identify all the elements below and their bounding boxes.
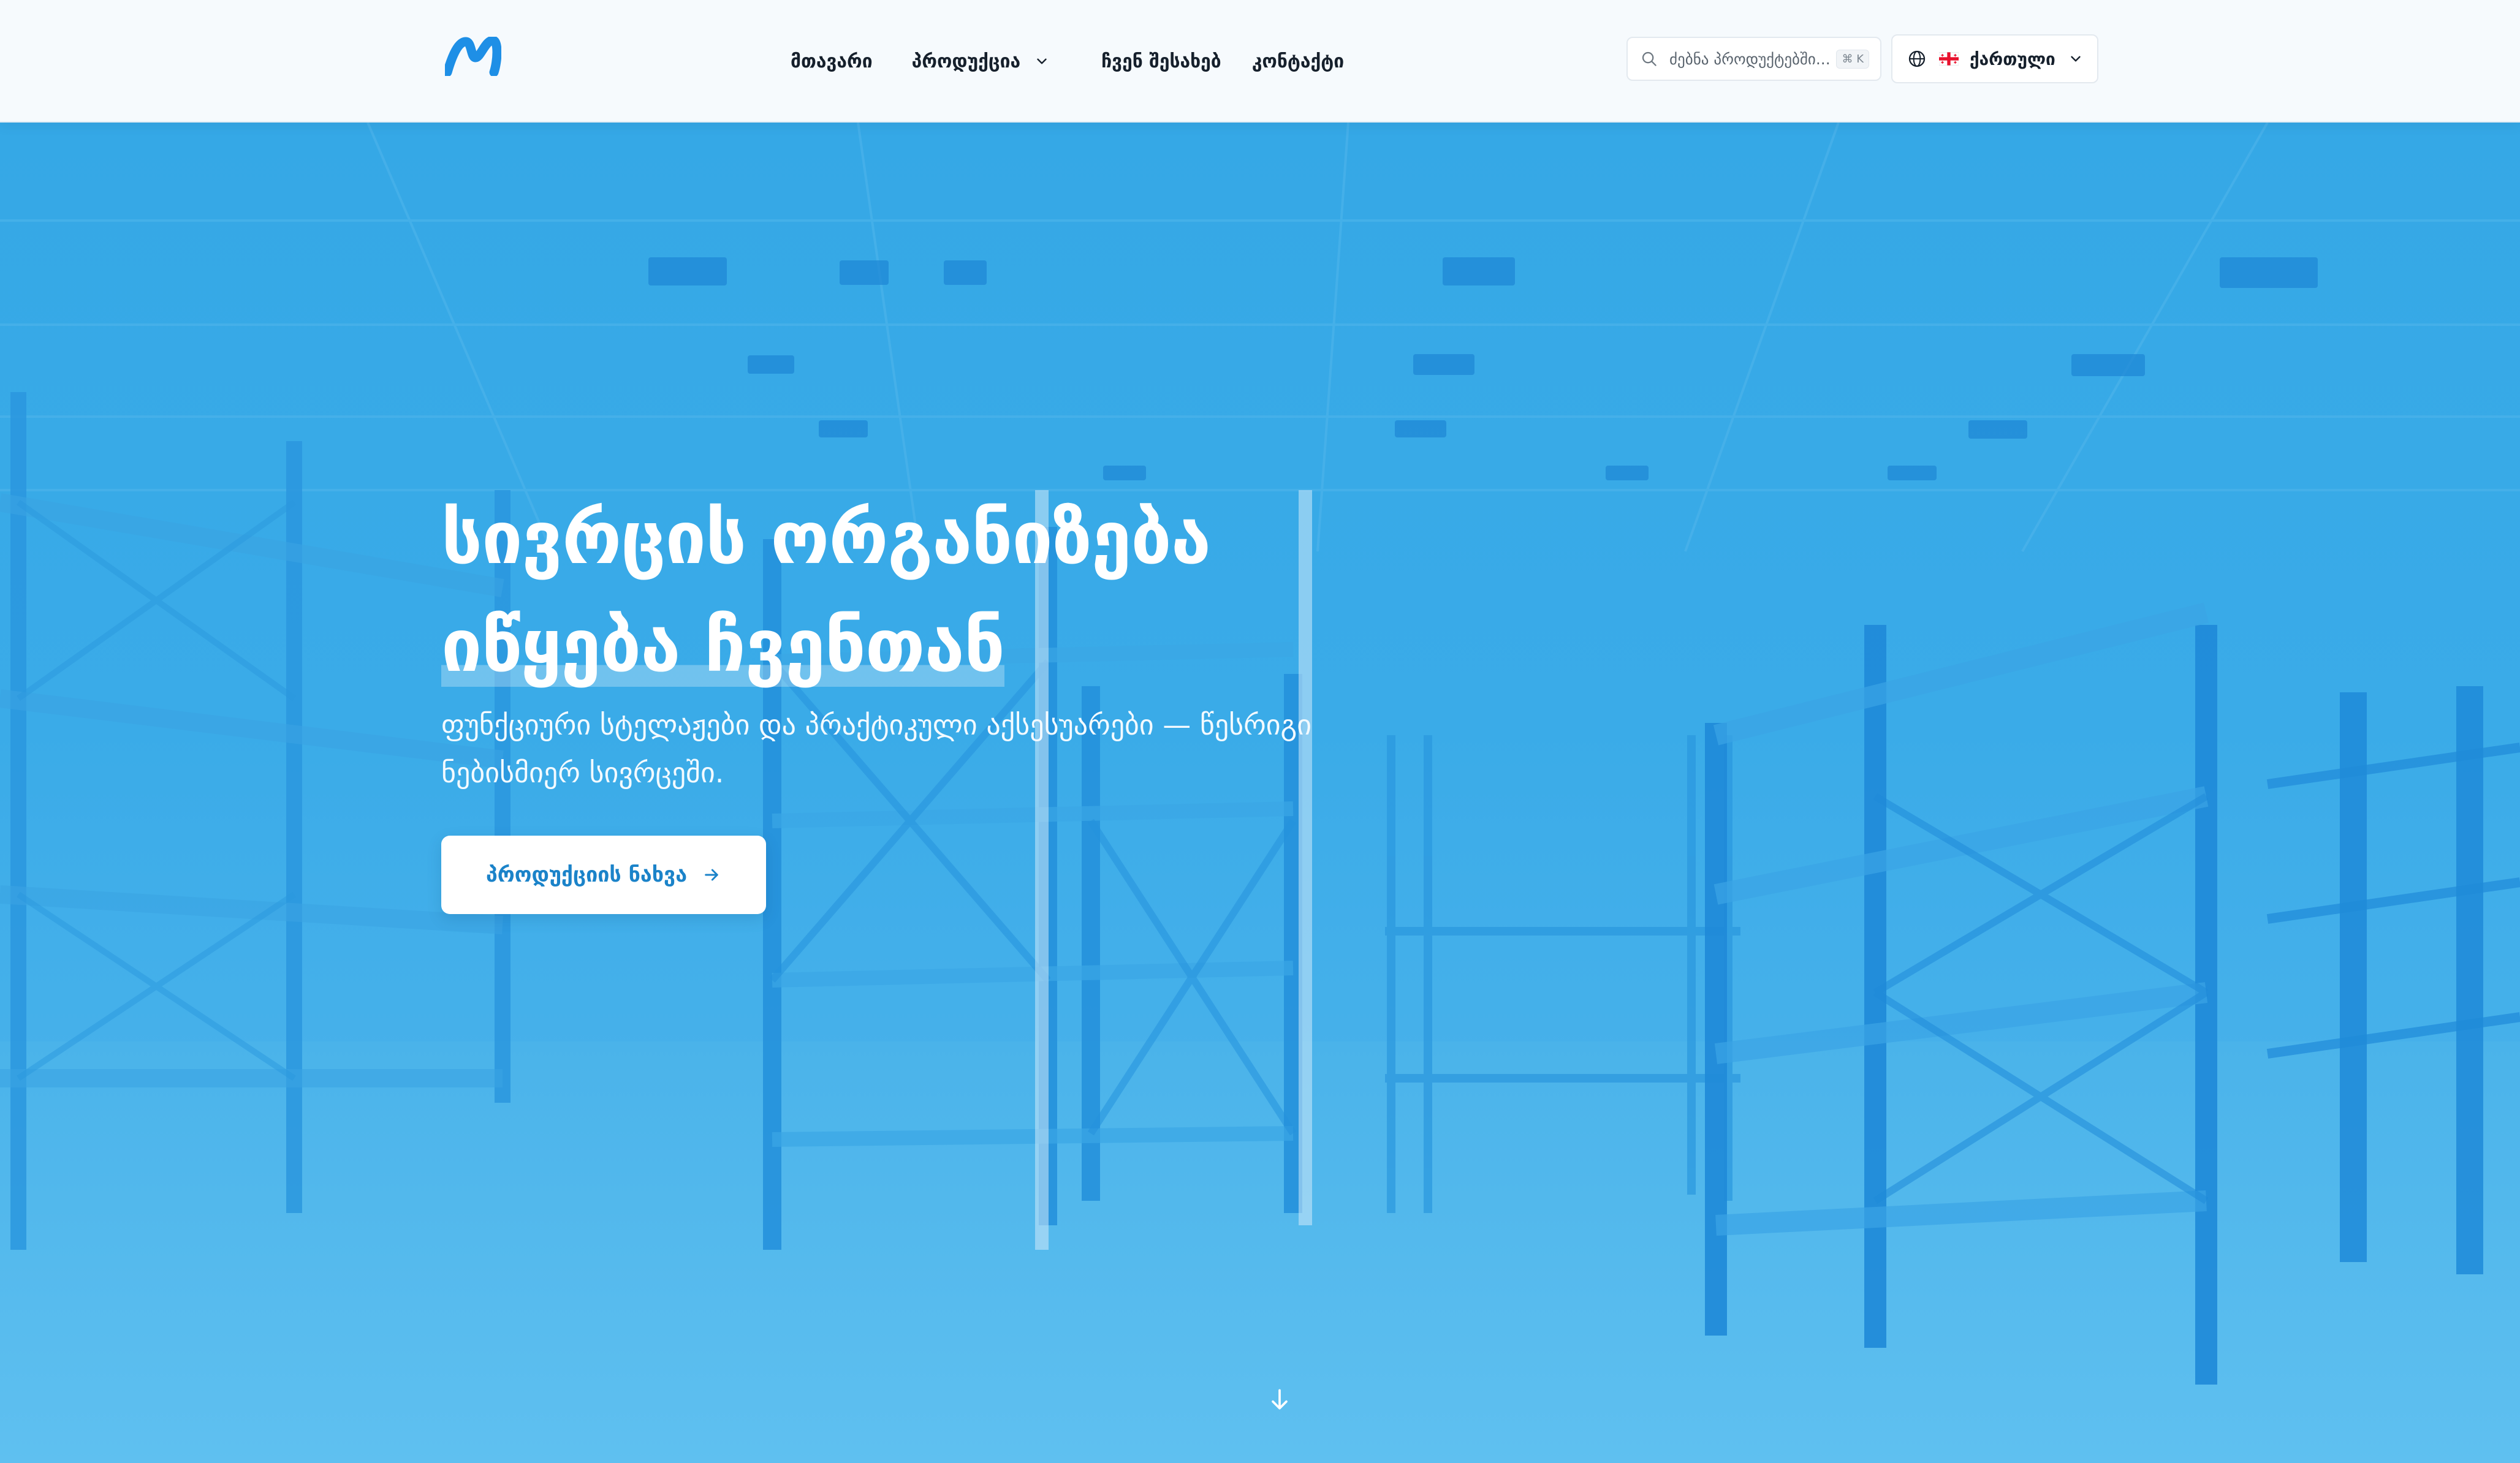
- hero-title-line-1: სივრცის ორგანიზება: [441, 496, 1211, 580]
- brand-logo-icon[interactable]: [445, 37, 501, 76]
- site-header: მთავარი პროდუქცია ჩვენ შესახებ კონტაქტი …: [0, 0, 2520, 123]
- nav-item-contact[interactable]: კონტაქტი: [1252, 51, 1344, 72]
- nav-item-products[interactable]: პროდუქცია: [912, 51, 1050, 72]
- nav-item-home-label: მთავარი: [791, 50, 873, 72]
- arrow-right-icon: [705, 869, 718, 881]
- arrow-down-icon[interactable]: [1266, 1385, 1293, 1414]
- search-placeholder: ძებნა პროდუქტებში...: [1669, 50, 1831, 68]
- search-shortcut-badge: ⌘ K: [1836, 49, 1869, 69]
- nav-item-home[interactable]: მთავარი: [791, 51, 873, 72]
- view-products-button-label: პროდუქციის ნახვა: [485, 863, 688, 887]
- hero-title: სივრცის ორგანიზება იწყება ჩვენთან: [441, 484, 1483, 700]
- main-nav: მთავარი პროდუქცია ჩვენ შესახებ კონტაქტი: [791, 43, 1344, 80]
- view-products-button[interactable]: პროდუქციის ნახვა: [441, 836, 766, 914]
- hero-section: სივრცის ორგანიზება იწყება ჩვენთან ფუნქცი…: [0, 123, 2520, 1463]
- chevron-down-icon: [1037, 58, 1047, 64]
- georgia-flag-icon: [1939, 52, 1959, 66]
- language-label: ქართული: [1970, 48, 2055, 69]
- search-icon: [1642, 51, 1657, 66]
- nav-item-contact-label: კონტაქტი: [1251, 50, 1345, 72]
- chevron-down-icon: [2071, 56, 2081, 62]
- language-selector[interactable]: ქართული: [1891, 34, 2098, 83]
- search-input[interactable]: ძებნა პროდუქტებში... ⌘ K: [1626, 37, 1881, 81]
- nav-item-about-label: ჩვენ შესახებ: [1101, 50, 1221, 72]
- globe-icon: [1908, 50, 1926, 67]
- hero-subtitle: ფუნქციური სტელაჟები და პრაქტიკული აქსესუ…: [441, 708, 1312, 789]
- nav-item-products-label: პროდუქცია: [911, 50, 1021, 72]
- hero-title-line-2: იწყება ჩვენთან: [441, 592, 1005, 700]
- nav-item-about[interactable]: ჩვენ შესახებ: [1101, 51, 1221, 72]
